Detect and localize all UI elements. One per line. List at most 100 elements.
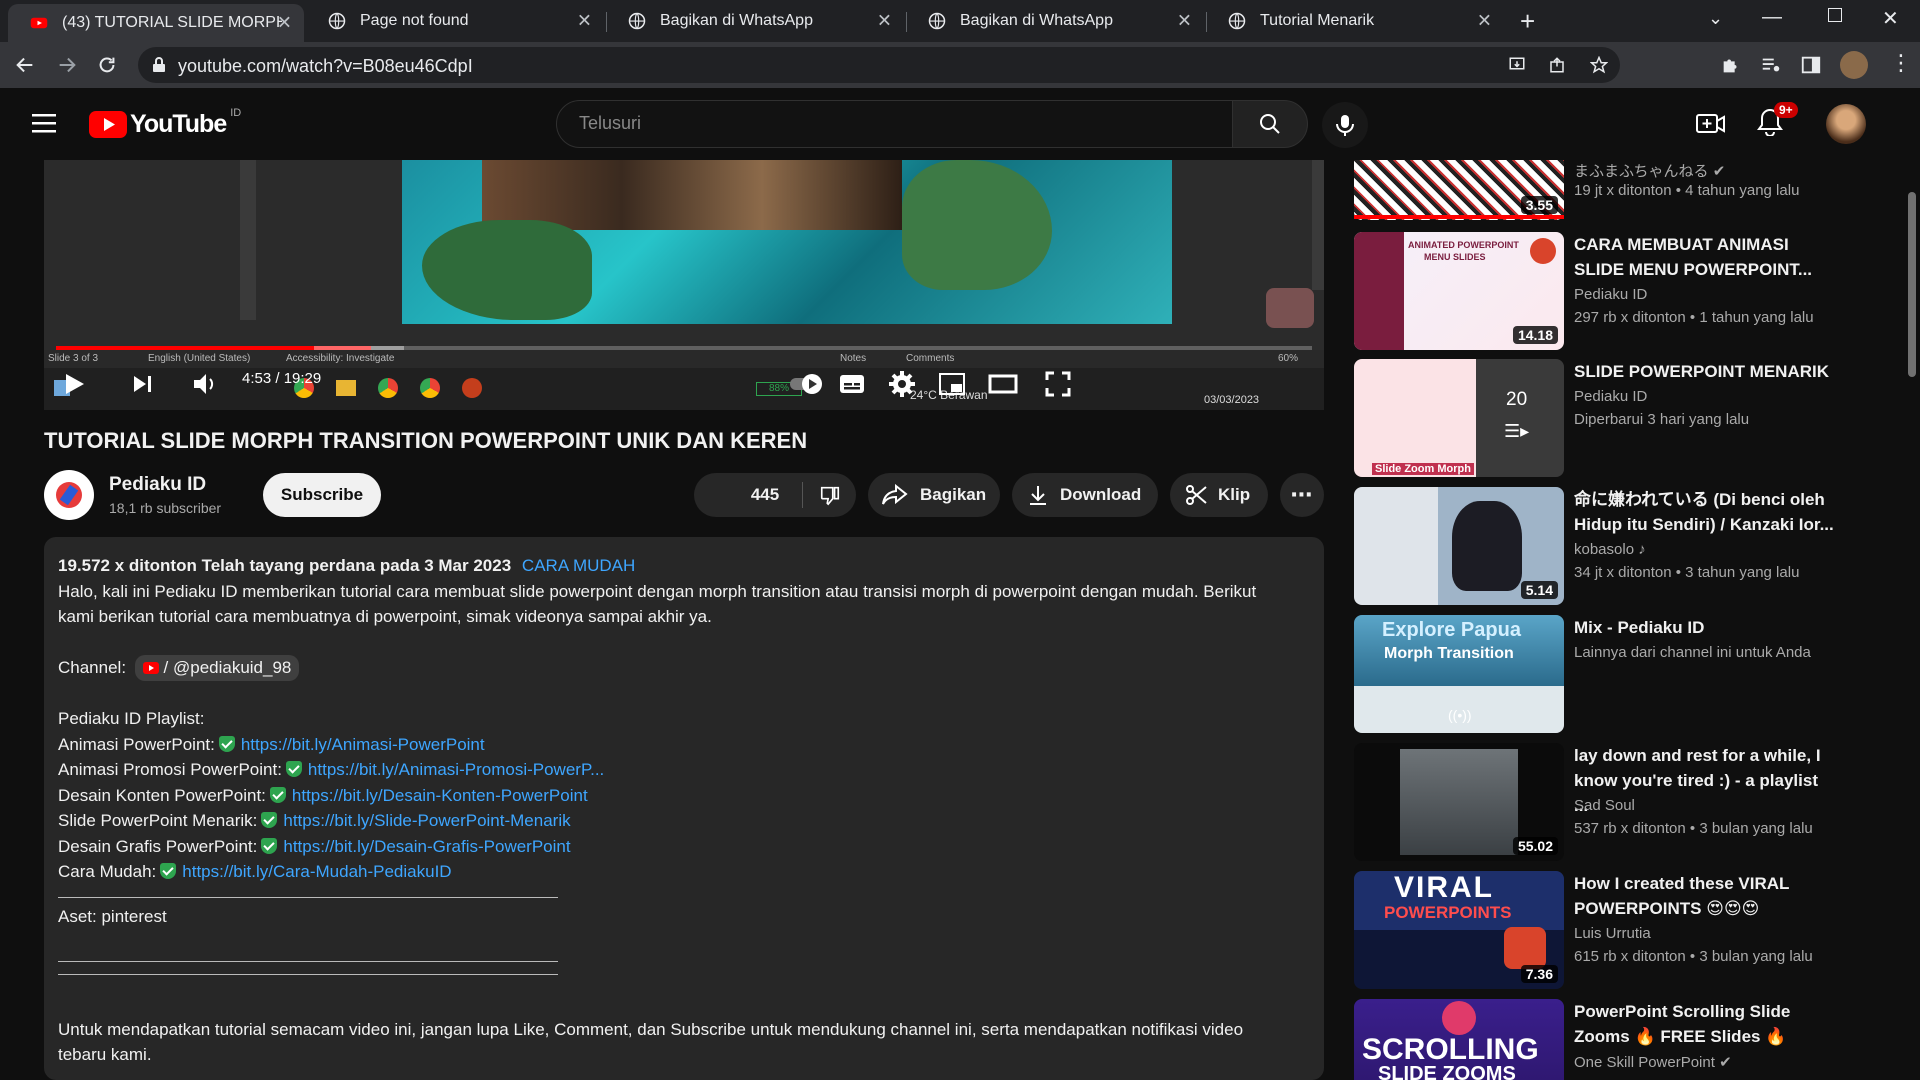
miniplayer-icon[interactable] — [938, 372, 966, 396]
related-channel: Luis Urrutia — [1574, 925, 1651, 942]
autoplay-toggle[interactable] — [788, 372, 828, 396]
channel-handle-chip[interactable]: / @pediakuid_98 — [134, 655, 300, 681]
address-bar[interactable]: youtube.com/watch?v=B08eu46CdpI — [138, 47, 1620, 83]
tab-title: Bagikan di WhatsApp — [960, 12, 1113, 29]
share-page-icon[interactable] — [1548, 56, 1566, 74]
playlist-link[interactable]: https://bit.ly/Slide-PowerPoint-Menarik — [283, 811, 570, 830]
lock-icon[interactable] — [152, 57, 166, 73]
thumbs-down-icon — [820, 486, 839, 506]
browser-tab-tutorial-menarik[interactable]: Tutorial Menarik ✕ — [1206, 0, 1504, 42]
side-panel-icon[interactable] — [1800, 54, 1822, 76]
restore-icon[interactable] — [1828, 8, 1842, 22]
related-title[interactable]: Mix - Pediaku ID — [1574, 615, 1834, 640]
play-icon[interactable] — [64, 372, 86, 396]
settings-gear-icon[interactable] — [888, 370, 916, 398]
profile-avatar[interactable] — [1840, 51, 1868, 79]
extensions-puzzle-icon[interactable] — [1720, 54, 1742, 76]
hashtag-link[interactable]: CARA MUDAH — [522, 556, 635, 575]
watched-progress-indicator — [1354, 215, 1564, 219]
description-box[interactable]: 19.572 x ditonton Telah tayang perdana p… — [44, 537, 1324, 1080]
playlist-link[interactable]: https://bit.ly/Cara-Mudah-PediakuID — [182, 862, 451, 881]
related-video-item[interactable]: VIRAL POWERPOINTS 7.36 How I created the… — [1354, 871, 1894, 989]
playlist-link[interactable]: https://bit.ly/Animasi-PowerPoint — [241, 735, 485, 754]
like-button[interactable]: 445 — [694, 473, 802, 517]
video-player[interactable]: Slide 3 of 3 English (United States) Acc… — [44, 160, 1324, 410]
search-input[interactable] — [579, 113, 1179, 134]
subscribe-button[interactable]: Subscribe — [263, 473, 381, 517]
video-thumbnail[interactable]: VIRAL POWERPOINTS 7.36 — [1354, 871, 1564, 989]
account-avatar[interactable] — [1826, 104, 1866, 144]
related-title[interactable]: PowerPoint Scrolling Slide Zooms 🔥 FREE … — [1574, 999, 1834, 1049]
related-video-item[interactable]: 3.55 まふまふちゃんねる ✔ 19 jt x ditonton • 4 ta… — [1354, 160, 1894, 220]
voice-search-button[interactable] — [1322, 102, 1368, 148]
dislike-button[interactable] — [803, 473, 856, 517]
next-video-icon[interactable] — [132, 374, 154, 394]
browser-tab-page-not-found[interactable]: Page not found ✕ — [306, 0, 604, 42]
kebab-menu-icon[interactable]: ⋮ — [1890, 50, 1912, 76]
channel-avatar[interactable] — [44, 470, 94, 520]
search-button[interactable] — [1232, 100, 1308, 148]
playlist-link[interactable]: https://bit.ly/Animasi-Promosi-PowerP... — [308, 760, 604, 779]
browser-tab-whatsapp-1[interactable]: Bagikan di WhatsApp ✕ — [606, 0, 904, 42]
minimize-icon[interactable]: — — [1762, 6, 1782, 29]
related-video-item[interactable]: 55.02 lay down and rest for a while, I k… — [1354, 743, 1894, 861]
fullscreen-icon[interactable] — [1044, 370, 1072, 398]
related-video-item[interactable]: SCROLLING SLIDE ZOOMS PowerPoint Scrolli… — [1354, 999, 1894, 1080]
verified-check-icon: ✔ — [1719, 1054, 1732, 1071]
close-icon[interactable]: ✕ — [1177, 11, 1192, 32]
related-title[interactable]: CARA MEMBUAT ANIMASI SLIDE MENU POWERPOI… — [1574, 232, 1834, 282]
volume-icon[interactable] — [192, 372, 218, 396]
related-mix-item[interactable]: Explore Papua Morph Transition ((•)) Mix… — [1354, 615, 1894, 733]
related-channel: kobasolo ♪ — [1574, 541, 1646, 558]
notifications-button[interactable]: 9+ — [1756, 102, 1798, 141]
video-thumbnail[interactable]: SCROLLING SLIDE ZOOMS — [1354, 999, 1564, 1080]
star-icon[interactable] — [1590, 56, 1608, 74]
channel-name[interactable]: Pediaku ID — [109, 474, 206, 496]
video-thumbnail[interactable]: 3.55 — [1354, 160, 1564, 220]
subtitles-icon[interactable] — [838, 372, 866, 396]
hamburger-menu-icon[interactable] — [32, 112, 58, 134]
media-control-icon[interactable] — [1760, 54, 1782, 76]
youtube-logo[interactable]: YouTube ID — [89, 107, 241, 139]
close-icon[interactable]: ✕ — [577, 11, 592, 32]
related-title[interactable]: 命に嫌われている (Di benci oleh Hidup itu Sendir… — [1574, 487, 1834, 537]
share-button[interactable]: Bagikan — [868, 473, 1000, 517]
related-channel: Lainnya dari channel ini untuk Anda — [1574, 644, 1811, 661]
search-box[interactable] — [556, 100, 1234, 148]
theater-mode-icon[interactable] — [988, 372, 1018, 396]
close-icon[interactable]: ✕ — [277, 13, 292, 34]
browser-tab-whatsapp-2[interactable]: Bagikan di WhatsApp ✕ — [906, 0, 1204, 42]
progress-bar[interactable] — [56, 346, 1312, 350]
mix-thumbnail[interactable]: Explore Papua Morph Transition ((•)) — [1354, 615, 1564, 733]
window-close-icon[interactable]: ✕ — [1882, 6, 1899, 31]
youtube-icon — [142, 662, 159, 674]
forward-arrow-icon[interactable] — [56, 54, 78, 76]
reload-icon[interactable] — [96, 54, 118, 76]
page-scrollbar[interactable] — [1908, 192, 1916, 377]
tab-search-chevron-icon[interactable]: ⌄ — [1708, 8, 1723, 29]
browser-tab-youtube[interactable]: (43) TUTORIAL SLIDE MORPH TRANSITION ✕ — [8, 4, 304, 42]
close-icon[interactable]: ✕ — [1477, 11, 1492, 32]
related-title[interactable]: SLIDE POWERPOINT MENARIK — [1574, 359, 1834, 384]
clip-button[interactable]: Klip — [1170, 473, 1268, 517]
video-frame-taskbar: 88% 24°C Berawan 03/03/2023 — [44, 368, 1324, 410]
install-app-icon[interactable] — [1508, 56, 1526, 74]
playlist-link[interactable]: https://bit.ly/Desain-Konten-PowerPoint — [292, 786, 588, 805]
related-meta: Diperbarui 3 hari yang lalu — [1574, 411, 1750, 428]
related-title[interactable]: How I created these VIRAL POWERPOINTS 😍😍… — [1574, 871, 1834, 921]
playlist-label: Animasi PowerPoint: — [58, 734, 215, 754]
related-playlist-item[interactable]: Slide Zoom Morph 20 ☰▸ SLIDE POWERPOINT … — [1354, 359, 1894, 477]
related-video-item[interactable]: ANIMATED POWERPOINT MENU SLIDES 14.18 CA… — [1354, 232, 1894, 350]
back-arrow-icon[interactable] — [14, 54, 36, 76]
playlist-link[interactable]: https://bit.ly/Desain-Grafis-PowerPoint — [283, 837, 570, 856]
close-icon[interactable]: ✕ — [877, 11, 892, 32]
new-tab-plus-icon[interactable]: + — [1520, 6, 1535, 37]
related-video-item[interactable]: 5.14 命に嫌われている (Di benci oleh Hidup itu S… — [1354, 487, 1894, 605]
video-thumbnail[interactable]: 55.02 — [1354, 743, 1564, 861]
video-thumbnail[interactable]: ANIMATED POWERPOINT MENU SLIDES 14.18 — [1354, 232, 1564, 350]
playlist-thumbnail[interactable]: Slide Zoom Morph 20 ☰▸ — [1354, 359, 1564, 477]
more-actions-button[interactable]: ⋯ — [1280, 473, 1324, 517]
create-video-icon[interactable] — [1696, 111, 1726, 137]
download-button[interactable]: Download — [1012, 473, 1158, 517]
video-thumbnail[interactable]: 5.14 — [1354, 487, 1564, 605]
